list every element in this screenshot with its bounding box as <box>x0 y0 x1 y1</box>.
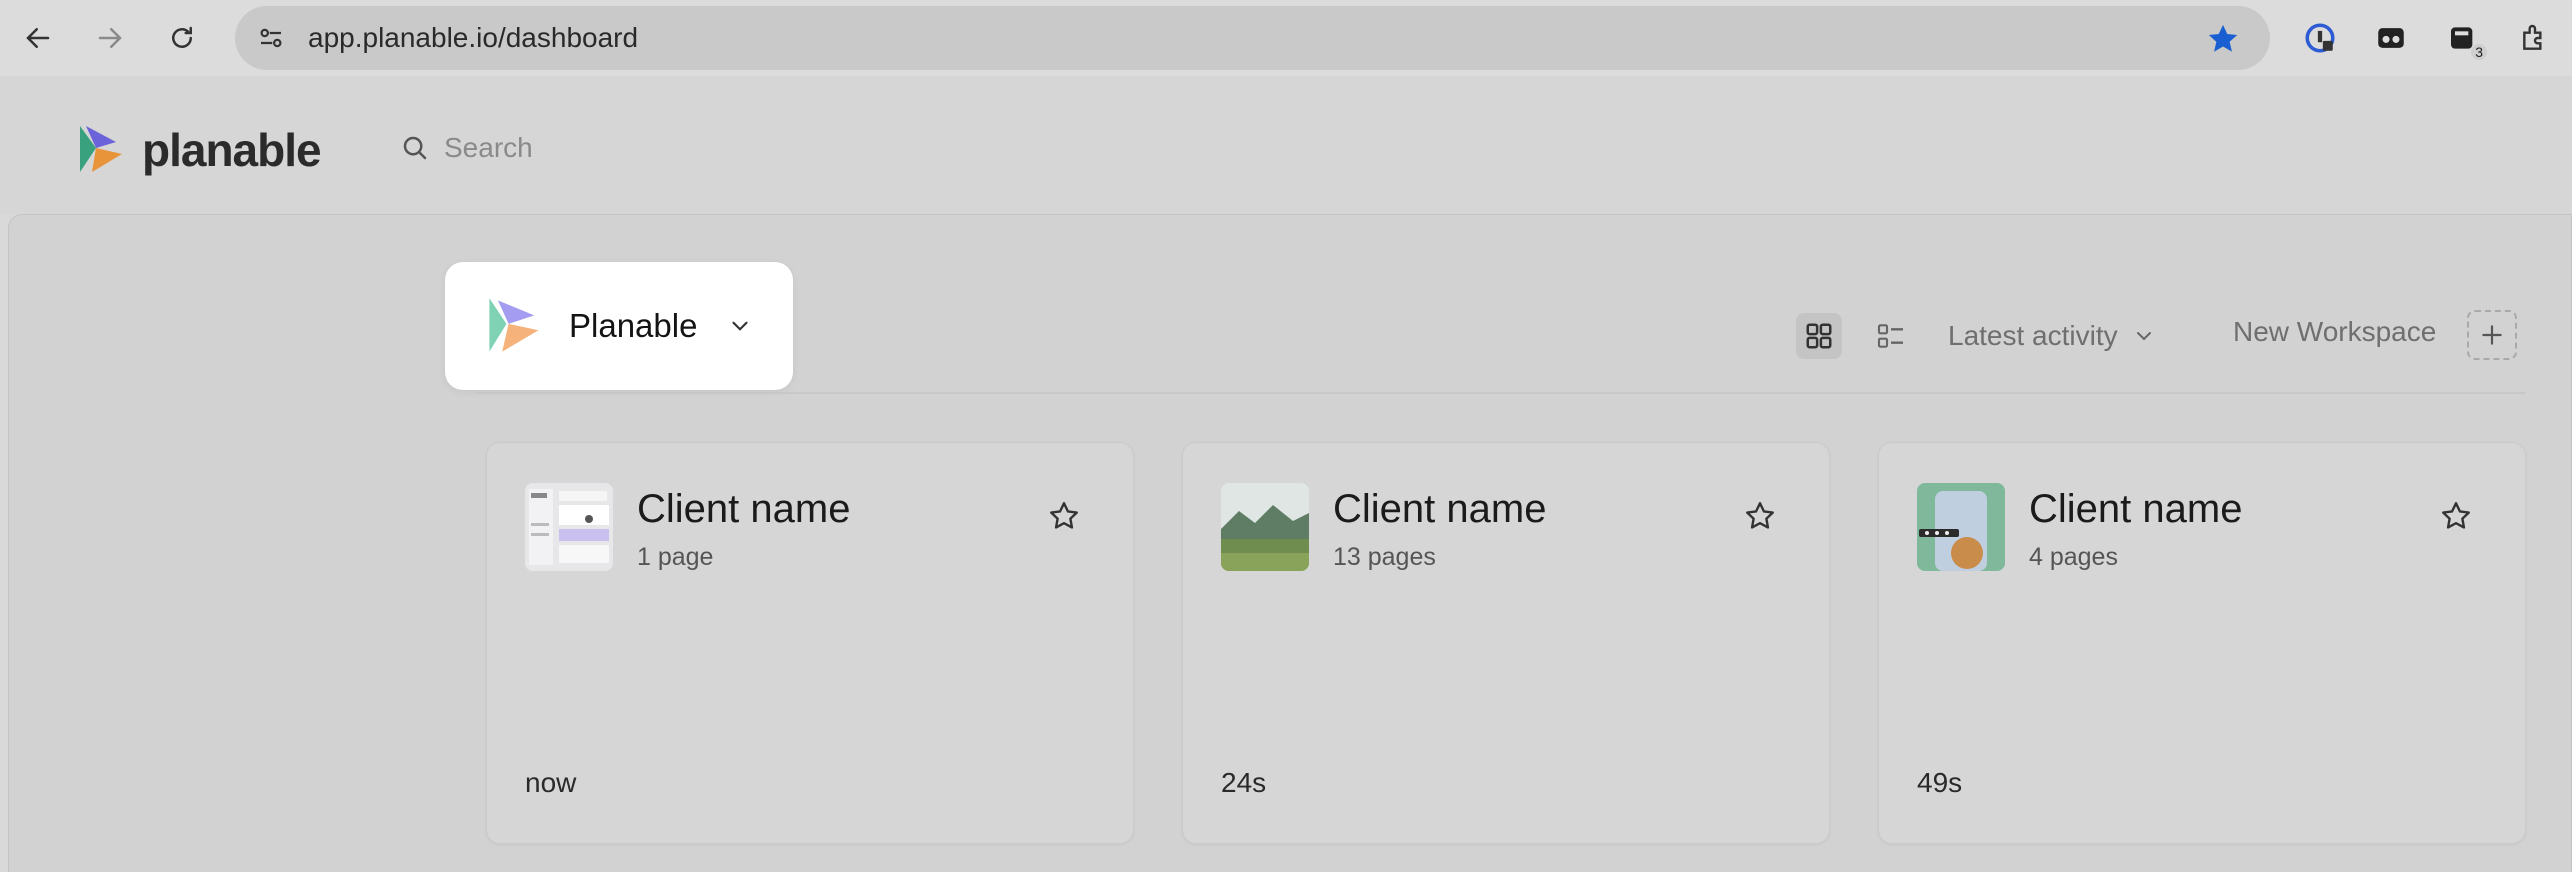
logo-text: planable <box>142 124 322 176</box>
workspace-card[interactable]: Client name 13 pages 24s <box>1182 442 1830 844</box>
grid-view-toggle[interactable] <box>1796 313 1842 359</box>
card-title: Client name <box>2029 487 2243 531</box>
card-title: Client name <box>637 487 851 531</box>
chevron-down-icon <box>732 321 749 331</box>
card-last-activity: now <box>525 767 577 798</box>
list-view-toggle[interactable] <box>1868 313 1914 359</box>
tabs-extension-icon[interactable]: 3 <box>2443 18 2487 60</box>
arrow-left-icon <box>26 28 50 48</box>
new-workspace-button[interactable] <box>2467 310 2517 360</box>
workspace-thumbnail <box>525 483 613 571</box>
sort-dropdown[interactable]: Latest activity <box>1948 320 2156 352</box>
workspace-thumbnail <box>1917 483 2005 571</box>
url-text: app.planable.io/dashboard <box>308 22 639 53</box>
back-button[interactable] <box>14 14 62 62</box>
card-last-activity: 49s <box>1917 767 1963 798</box>
search-box[interactable]: Search <box>400 132 533 164</box>
password-manager-icon[interactable] <box>2300 18 2340 58</box>
bookmark-star-icon[interactable] <box>2206 22 2240 56</box>
workspace-card[interactable]: Client name 4 pages 49s <box>1878 442 2526 844</box>
workspace-name: Planable <box>569 307 698 344</box>
incognito-extension-icon[interactable] <box>2371 18 2411 58</box>
planable-logo[interactable]: planable <box>72 120 322 180</box>
forward-button[interactable] <box>86 14 134 62</box>
grid-icon <box>1806 323 1832 349</box>
card-page-count: 1 page <box>637 543 714 571</box>
extensions-puzzle-icon[interactable] <box>2515 18 2555 58</box>
sort-label: Latest activity <box>1948 320 2118 351</box>
workspace-thumbnail <box>1221 483 1309 571</box>
browser-toolbar: app.planable.io/dashboard 3 <box>0 0 2572 76</box>
chevron-down-icon <box>2136 332 2151 341</box>
site-info-icon[interactable] <box>251 18 291 58</box>
new-workspace-label[interactable]: New Workspace <box>2233 316 2436 348</box>
search-icon <box>403 136 427 160</box>
workspace-card[interactable]: Client name 1 page now <box>486 442 1134 844</box>
search-placeholder: Search <box>444 132 533 163</box>
card-last-activity: 24s <box>1221 767 1267 798</box>
favorite-star-icon[interactable] <box>1047 499 1081 533</box>
arrow-right-icon <box>98 28 122 48</box>
favorite-star-icon[interactable] <box>2439 499 2473 533</box>
list-icon <box>1877 324 1903 348</box>
reload-icon <box>172 26 192 48</box>
planable-logo-icon <box>80 126 122 172</box>
address-bar[interactable]: app.planable.io/dashboard <box>235 6 2270 70</box>
app-header: planable Search <box>0 76 2572 214</box>
card-page-count: 4 pages <box>2029 543 2118 571</box>
favorite-star-icon[interactable] <box>1743 499 1777 533</box>
planable-workspace-icon <box>489 298 539 352</box>
workspace-switcher[interactable]: Planable <box>445 262 793 390</box>
toolbar-divider <box>475 392 2525 394</box>
card-page-count: 13 pages <box>1333 543 1436 571</box>
plus-icon <box>2482 325 2502 345</box>
reload-button[interactable] <box>158 14 206 62</box>
card-title: Client name <box>1333 487 1547 531</box>
extension-badge: 3 <box>2471 44 2487 60</box>
